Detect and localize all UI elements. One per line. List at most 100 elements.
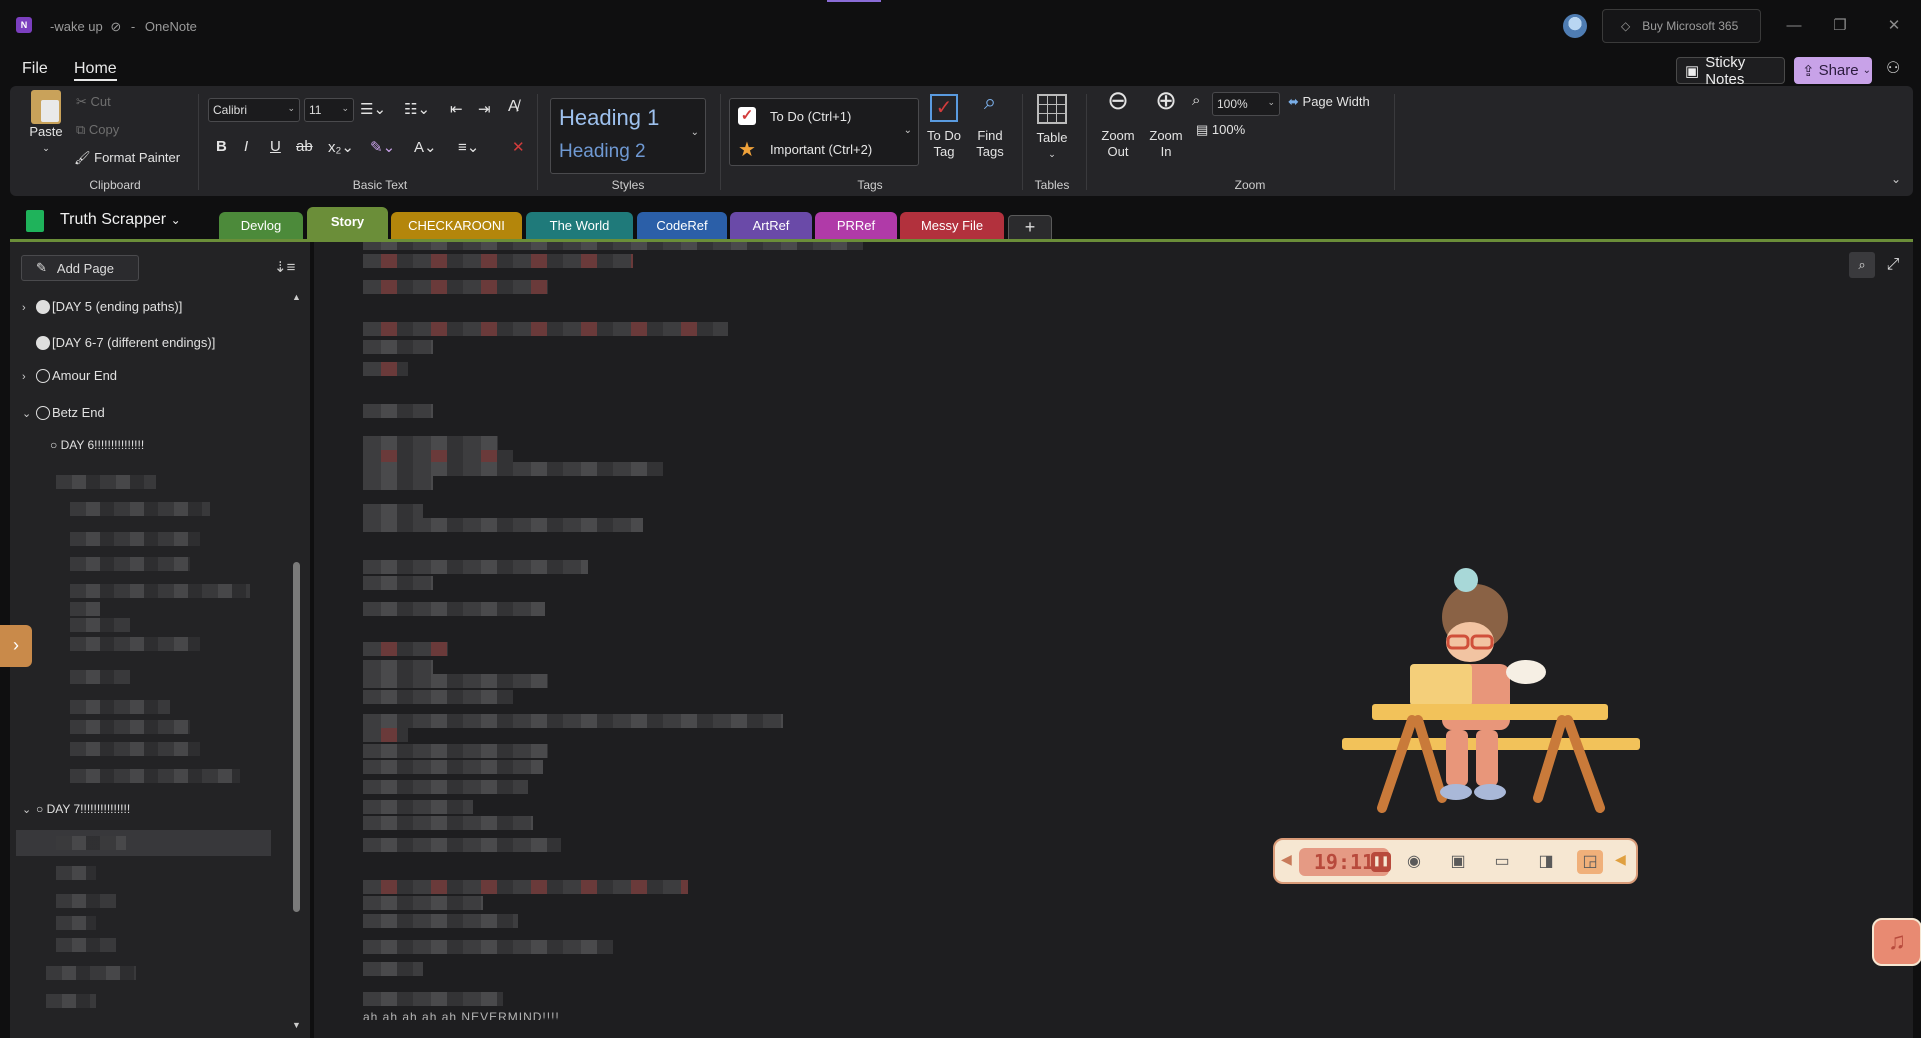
note-line[interactable] <box>363 992 503 1006</box>
note-line[interactable] <box>363 660 433 674</box>
note-line[interactable] <box>363 940 613 954</box>
scroll-down-icon[interactable]: ▼ <box>292 1020 301 1030</box>
layout-side-icon[interactable]: ◨ <box>1533 850 1559 874</box>
note-line[interactable] <box>363 690 513 704</box>
chevron-right-icon[interactable]: › <box>22 371 36 383</box>
chevron-right-icon[interactable]: › <box>22 302 36 314</box>
note-line[interactable] <box>363 800 473 814</box>
sticky-notes-button[interactable]: ▣ Sticky Notes <box>1676 54 1785 88</box>
underline-icon[interactable]: U <box>270 138 281 155</box>
note-line[interactable] <box>363 714 783 728</box>
bullets-icon[interactable]: ☰⌄ <box>360 100 386 118</box>
blurred-page[interactable] <box>70 557 190 571</box>
italic-icon[interactable]: I <box>244 138 248 155</box>
page-item-day7[interactable]: ⌄ ○ DAY 7!!!!!!!!!!!!!!! <box>22 802 130 816</box>
search-icon[interactable]: ⌕ <box>1849 252 1875 278</box>
note-line[interactable] <box>363 518 643 532</box>
person-feedback-icon[interactable]: ⚇ <box>1886 58 1910 82</box>
subscript-icon[interactable]: x₂⌄ <box>328 138 354 156</box>
blurred-page[interactable] <box>70 720 190 734</box>
heading-2-style[interactable]: Heading 2 <box>559 141 646 163</box>
section-tab-artref[interactable]: ArtRef <box>730 212 812 240</box>
chevron-down-icon[interactable]: ⌄ <box>691 127 699 138</box>
note-line[interactable] <box>363 340 433 354</box>
tags-gallery[interactable]: ✓ To Do (Ctrl+1) ★ Important (Ctrl+2) ⌄ <box>729 98 919 166</box>
restore-icon[interactable]: ❐ <box>1828 14 1852 38</box>
cut-button[interactable]: ✂ Cut <box>76 94 111 110</box>
note-line[interactable] <box>363 254 633 268</box>
zoom-out-button[interactable]: ⊖ Zoom Out <box>1096 87 1140 160</box>
note-last-line[interactable]: ah ah ah ah ah NEVERMIND!!!! <box>363 1010 560 1020</box>
section-tab-messy-file[interactable]: Messy File <box>900 212 1004 240</box>
note-line[interactable] <box>363 760 543 774</box>
format-painter-button[interactable]: 🖌 Format Painter <box>74 150 180 166</box>
blurred-page[interactable] <box>46 966 136 980</box>
note-canvas[interactable] <box>314 242 1913 1038</box>
blurred-page[interactable] <box>70 532 200 546</box>
note-line[interactable] <box>363 728 408 742</box>
collapse-panel-icon[interactable]: › <box>0 625 32 667</box>
note-line[interactable] <box>363 838 561 852</box>
note-line[interactable] <box>363 560 588 574</box>
font-color-icon[interactable]: A⌄ <box>414 138 437 156</box>
blurred-page[interactable] <box>56 836 126 850</box>
blurred-page[interactable] <box>46 994 96 1008</box>
note-line[interactable] <box>363 362 408 376</box>
expand-ribbon-icon[interactable]: ⌄ <box>1891 172 1901 186</box>
copy-button[interactable]: ⧉ Copy <box>76 122 119 138</box>
note-line[interactable] <box>363 242 863 250</box>
layout-corner-icon[interactable]: ◲ <box>1577 850 1603 874</box>
blurred-page[interactable] <box>56 916 96 930</box>
note-line[interactable] <box>363 744 548 758</box>
blurred-page[interactable] <box>70 602 100 616</box>
note-line[interactable] <box>363 462 663 476</box>
todo-tag-item[interactable]: ✓ To Do (Ctrl+1) <box>738 107 851 125</box>
note-line[interactable] <box>363 642 448 656</box>
note-line[interactable] <box>363 476 433 490</box>
note-line[interactable] <box>363 280 548 294</box>
font-size-combo[interactable]: 11 ⌄ <box>304 98 354 122</box>
blurred-page[interactable] <box>70 700 170 714</box>
section-tab-story[interactable]: Story <box>307 207 388 240</box>
note-line[interactable] <box>363 504 423 518</box>
add-section-button[interactable]: + <box>1008 215 1052 240</box>
find-tags-button[interactable]: ⌕ Find Tags <box>970 91 1010 160</box>
selected-page[interactable] <box>16 830 271 856</box>
todo-tag-button[interactable]: ✓ To Do Tag <box>924 94 964 160</box>
study-buddy-widget[interactable] <box>1330 560 1650 820</box>
note-line[interactable] <box>363 780 528 794</box>
note-line[interactable] <box>363 436 498 450</box>
notebook-selector[interactable]: Truth Scrapper ⌄ <box>60 211 181 229</box>
important-tag-item[interactable]: ★ Important (Ctrl+2) <box>738 137 872 162</box>
timer-next-icon[interactable]: ◀ <box>1615 851 1626 868</box>
clear-formatting-icon[interactable]: A̸ <box>508 98 519 116</box>
section-tab-prref[interactable]: PRRef <box>815 212 897 240</box>
blurred-page[interactable] <box>70 584 250 598</box>
add-page-button[interactable]: ✎ Add Page <box>21 255 139 281</box>
section-tab-coderef[interactable]: CodeRef <box>637 212 727 240</box>
scrollbar-thumb[interactable] <box>293 562 300 912</box>
blurred-page[interactable] <box>70 637 200 651</box>
minimize-icon[interactable]: — <box>1782 14 1806 38</box>
table-button[interactable]: Table ⌄ <box>1030 94 1074 162</box>
numbering-icon[interactable]: ☷⌄ <box>404 100 430 118</box>
note-line[interactable] <box>363 880 688 894</box>
font-family-combo[interactable]: Calibri ⌄ <box>208 98 300 122</box>
blurred-page[interactable] <box>70 742 200 756</box>
heading-1-style[interactable]: Heading 1 <box>559 105 659 131</box>
note-line[interactable] <box>363 816 533 830</box>
eye-toggle-icon[interactable]: ◉ <box>1401 850 1427 874</box>
note-line[interactable] <box>363 674 548 688</box>
note-line[interactable] <box>363 602 545 616</box>
decrease-indent-icon[interactable]: ⇤ <box>450 100 463 118</box>
buy-microsoft-365-button[interactable]: ◇ Buy Microsoft 365 <box>1602 9 1761 43</box>
note-line[interactable] <box>363 962 423 976</box>
section-tab-devlog[interactable]: Devlog <box>219 212 303 240</box>
page-item-day6-7[interactable]: [DAY 6-7 (different endings)] <box>36 335 215 350</box>
account-avatar[interactable] <box>1563 14 1587 38</box>
note-line[interactable] <box>363 914 518 928</box>
blurred-page[interactable] <box>56 475 156 489</box>
page-item-betz-end[interactable]: ⌄ Betz End <box>22 405 105 420</box>
page-item-amour-end[interactable]: › Amour End <box>22 368 117 383</box>
bold-icon[interactable]: B <box>216 138 227 155</box>
